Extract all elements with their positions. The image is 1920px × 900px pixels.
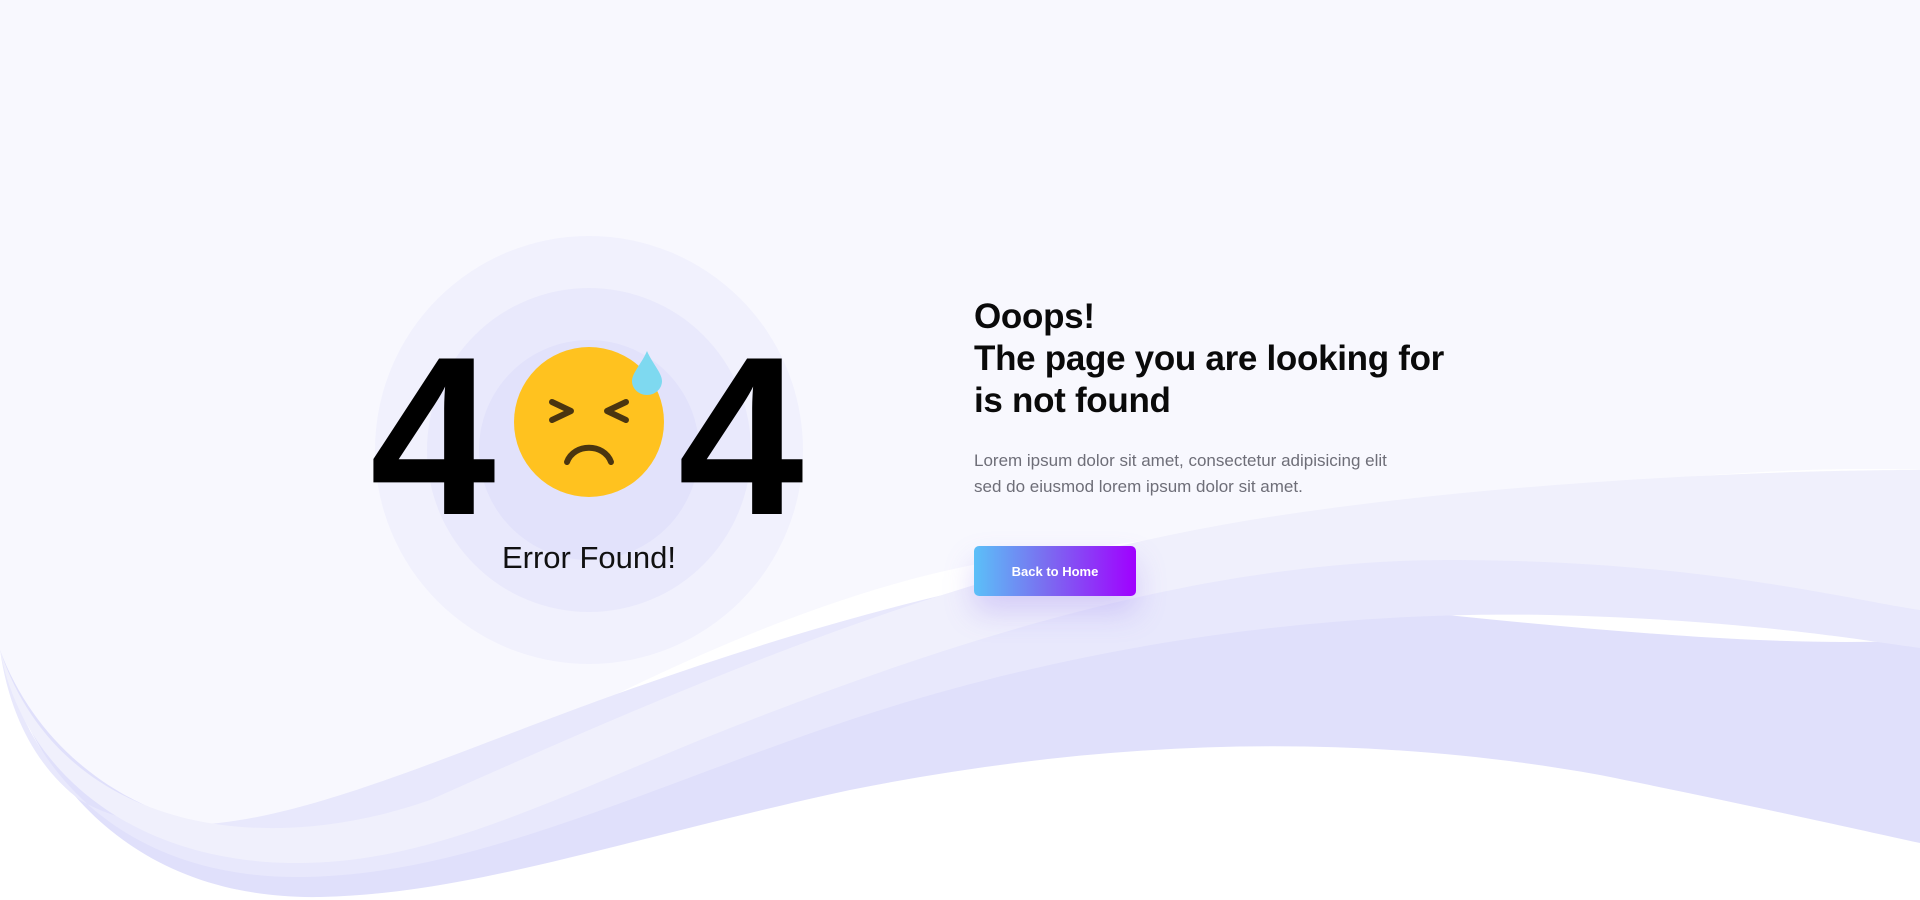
error-caption: Error Found! [501, 540, 676, 575]
headline-line-2: The page you are looking for [974, 339, 1444, 378]
sad-sweat-face-icon [514, 347, 664, 497]
error-404-illustration: 4 4 Error Found! [370, 236, 804, 664]
page-title: Ooops! The page you are looking for is n… [974, 296, 1494, 422]
error-code-digit-right: 4 [678, 309, 804, 562]
error-description: Lorem ipsum dolor sit amet, consectetur … [974, 448, 1404, 500]
error-message-section: Ooops! The page you are looking for is n… [974, 296, 1494, 596]
headline-line-3: is not found [974, 381, 1171, 420]
description-line-1: Lorem ipsum dolor sit amet, consectetur … [974, 451, 1387, 470]
back-to-home-button[interactable]: Back to Home [974, 546, 1136, 596]
description-line-2: sed do eiusmod lorem ipsum dolor sit ame… [974, 477, 1303, 496]
headline-line-1: Ooops! [974, 297, 1095, 336]
error-code-digit-left: 4 [370, 309, 496, 562]
background-waves [0, 0, 1920, 898]
error-page: 4 4 Error Found! Ooops! The page you are… [0, 0, 1920, 900]
